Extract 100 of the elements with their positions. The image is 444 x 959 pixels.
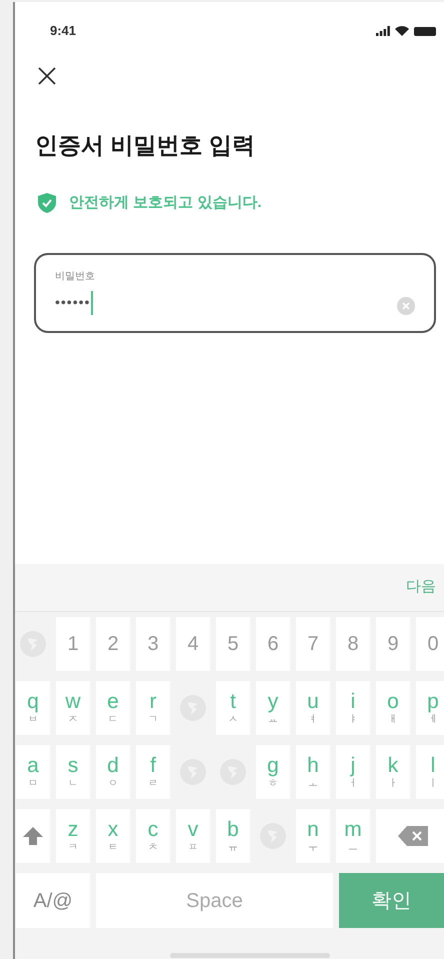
close-icon[interactable] <box>37 66 57 86</box>
field-label: 비밀번호 <box>55 270 95 284</box>
letter-key[interactable]: c ㅊ <box>136 809 170 863</box>
letter-key[interactable]: q ㅂ <box>16 681 50 735</box>
key-letter: y <box>268 691 278 712</box>
letter-key[interactable]: r ㄱ <box>136 681 170 735</box>
key-jamo: ㅇ <box>108 779 118 789</box>
number-key[interactable]: 6 <box>256 617 290 671</box>
key-letter: g <box>267 755 279 776</box>
key-letter: b <box>227 819 239 840</box>
number-key[interactable]: 2 <box>96 617 130 671</box>
key-jamo: ㄱ <box>148 715 158 725</box>
number-key[interactable]: 7 <box>296 617 330 671</box>
key-jamo: ㄹ <box>148 779 158 789</box>
backspace-icon <box>397 825 429 847</box>
key-jamo: ㅈ <box>68 715 78 725</box>
key-letter: h <box>307 755 319 776</box>
key-letter: i <box>350 691 356 712</box>
key-letter: f <box>150 755 156 776</box>
key-jamo: ㅅ <box>228 715 238 725</box>
key-letter: r <box>150 691 156 712</box>
backspace-key[interactable] <box>376 809 444 863</box>
number-key[interactable]: 0 <box>416 617 444 671</box>
key-jamo: ㅔ <box>428 715 438 725</box>
key-letter: s <box>68 755 78 776</box>
number-key[interactable]: 3 <box>136 617 170 671</box>
key-letter: k <box>388 755 398 776</box>
key-letter: c <box>148 819 158 840</box>
key-jamo: ㅛ <box>268 715 278 725</box>
number-key[interactable]: 1 <box>56 617 90 671</box>
letter-key[interactable]: w ㅈ <box>56 681 90 735</box>
key-letter: e <box>107 691 119 712</box>
key-jamo: ㅠ <box>228 843 238 853</box>
confirm-key[interactable]: 확인 <box>339 873 444 928</box>
key-jamo: ㅐ <box>388 715 398 725</box>
password-value: •••••• <box>55 293 90 312</box>
key-jamo: ㅋ <box>68 843 78 853</box>
wifi-icon <box>395 26 409 36</box>
letter-key[interactable]: p ㅔ <box>416 681 444 735</box>
key-jamo: ㅕ <box>308 715 318 725</box>
letter-key[interactable]: b ㅠ <box>216 809 250 863</box>
shift-key[interactable] <box>16 809 50 863</box>
letter-key[interactable]: i ㅑ <box>336 681 370 735</box>
letter-key[interactable]: z ㅋ <box>56 809 90 863</box>
key-jamo: ㄷ <box>108 715 118 725</box>
key-jamo: ㅗ <box>308 779 318 789</box>
letter-key[interactable]: s ㄴ <box>56 745 90 799</box>
space-key[interactable]: Space <box>96 873 333 928</box>
key-letter: t <box>230 691 236 712</box>
key-jamo: ㅎ <box>268 779 278 789</box>
letter-key[interactable]: a ㅁ <box>16 745 50 799</box>
letter-key[interactable]: n ㅜ <box>296 809 330 863</box>
key-letter: q <box>27 691 39 712</box>
letter-key[interactable]: y ㅛ <box>256 681 290 735</box>
letter-key[interactable]: u ㅕ <box>296 681 330 735</box>
key-letter: j <box>350 755 356 776</box>
key-letter: p <box>427 691 439 712</box>
letter-key[interactable]: h ㅗ <box>296 745 330 799</box>
letter-key[interactable]: f ㄹ <box>136 745 170 799</box>
signal-icon <box>376 26 390 36</box>
key-letter: x <box>108 819 118 840</box>
key-letter: z <box>68 819 78 840</box>
letter-key[interactable]: j ㅓ <box>336 745 370 799</box>
letter-key[interactable]: e ㄷ <box>96 681 130 735</box>
key-jamo: ㅊ <box>148 843 158 853</box>
shield-check-icon <box>37 192 57 214</box>
status-time: 9:41 <box>50 22 76 40</box>
key-letter: d <box>107 755 119 776</box>
key-jamo: ㅡ <box>348 843 358 853</box>
key-jamo: ㅁ <box>28 779 38 789</box>
text-cursor <box>91 290 94 314</box>
next-button[interactable]: 다음 <box>406 576 436 599</box>
key-jamo: ㅣ <box>428 779 438 789</box>
key-letter: u <box>307 691 319 712</box>
key-letter: a <box>27 755 39 776</box>
key-letter: w <box>65 691 81 712</box>
key-jamo: ㅍ <box>188 843 198 853</box>
key-jamo: ㄴ <box>68 779 78 789</box>
number-key[interactable]: 4 <box>176 617 210 671</box>
letter-key[interactable]: g ㅎ <box>256 745 290 799</box>
letter-key[interactable]: v ㅍ <box>176 809 210 863</box>
number-key[interactable]: 8 <box>336 617 370 671</box>
mode-key[interactable]: A/@ <box>16 873 90 928</box>
number-key[interactable]: 5 <box>216 617 250 671</box>
letter-key[interactable]: t ㅅ <box>216 681 250 735</box>
password-field[interactable]: 비밀번호 •••••• <box>34 252 436 332</box>
shift-icon <box>22 826 44 846</box>
letter-key[interactable]: m ㅡ <box>336 809 370 863</box>
letter-key[interactable]: k ㅏ <box>376 745 410 799</box>
letter-key[interactable]: x ㅌ <box>96 809 130 863</box>
letter-key[interactable]: l ㅣ <box>416 745 444 799</box>
key-jamo: ㅏ <box>388 779 398 789</box>
security-notice: 안전하게 보호되고 있습니다. <box>69 193 262 213</box>
key-jamo: ㅌ <box>108 843 118 853</box>
page-title: 인증서 비밀번호 입력 <box>34 134 256 157</box>
letter-key[interactable]: d ㅇ <box>96 745 130 799</box>
key-letter: n <box>307 819 319 840</box>
key-letter: o <box>387 691 399 712</box>
number-key[interactable]: 9 <box>376 617 410 671</box>
letter-key[interactable]: o ㅐ <box>376 681 410 735</box>
